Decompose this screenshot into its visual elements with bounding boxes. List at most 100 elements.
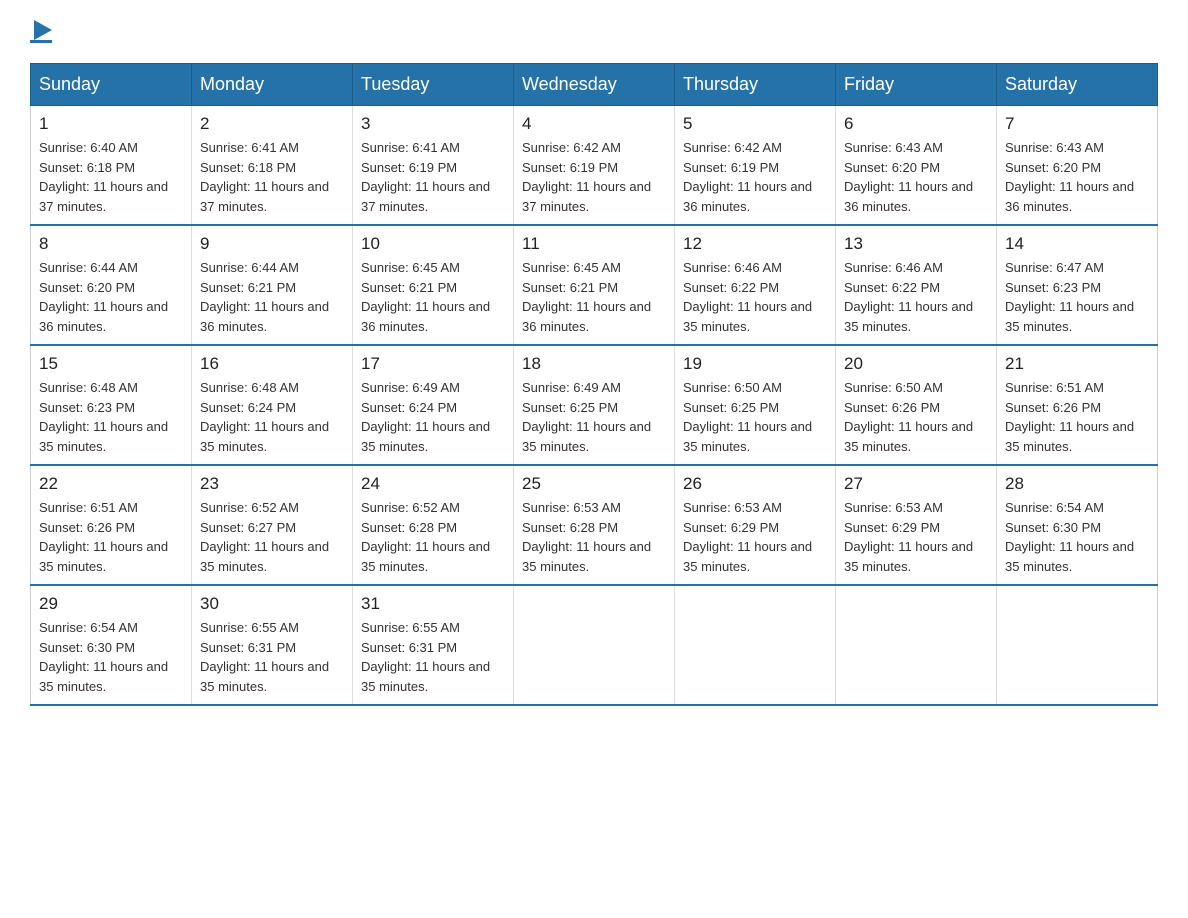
day-number: 20 xyxy=(844,354,988,374)
day-number: 30 xyxy=(200,594,344,614)
day-number: 5 xyxy=(683,114,827,134)
calendar-cell: 3 Sunrise: 6:41 AMSunset: 6:19 PMDayligh… xyxy=(353,106,514,226)
logo-underline xyxy=(30,40,52,43)
page-header xyxy=(30,20,1158,43)
calendar-cell xyxy=(675,585,836,705)
day-info: Sunrise: 6:43 AMSunset: 6:20 PMDaylight:… xyxy=(1005,138,1149,216)
day-number: 9 xyxy=(200,234,344,254)
day-info: Sunrise: 6:51 AMSunset: 6:26 PMDaylight:… xyxy=(39,498,183,576)
calendar-cell: 31 Sunrise: 6:55 AMSunset: 6:31 PMDaylig… xyxy=(353,585,514,705)
day-number: 25 xyxy=(522,474,666,494)
day-number: 19 xyxy=(683,354,827,374)
day-info: Sunrise: 6:40 AMSunset: 6:18 PMDaylight:… xyxy=(39,138,183,216)
day-info: Sunrise: 6:41 AMSunset: 6:18 PMDaylight:… xyxy=(200,138,344,216)
day-info: Sunrise: 6:54 AMSunset: 6:30 PMDaylight:… xyxy=(1005,498,1149,576)
calendar-cell xyxy=(836,585,997,705)
calendar-week-row: 29 Sunrise: 6:54 AMSunset: 6:30 PMDaylig… xyxy=(31,585,1158,705)
calendar-cell: 27 Sunrise: 6:53 AMSunset: 6:29 PMDaylig… xyxy=(836,465,997,585)
day-number: 17 xyxy=(361,354,505,374)
weekday-header-row: SundayMondayTuesdayWednesdayThursdayFrid… xyxy=(31,64,1158,106)
calendar-cell: 22 Sunrise: 6:51 AMSunset: 6:26 PMDaylig… xyxy=(31,465,192,585)
day-info: Sunrise: 6:52 AMSunset: 6:27 PMDaylight:… xyxy=(200,498,344,576)
day-number: 24 xyxy=(361,474,505,494)
day-number: 7 xyxy=(1005,114,1149,134)
day-number: 11 xyxy=(522,234,666,254)
weekday-header-friday: Friday xyxy=(836,64,997,106)
logo xyxy=(30,20,52,43)
calendar-cell: 7 Sunrise: 6:43 AMSunset: 6:20 PMDayligh… xyxy=(997,106,1158,226)
day-number: 21 xyxy=(1005,354,1149,374)
weekday-header-wednesday: Wednesday xyxy=(514,64,675,106)
calendar-cell: 21 Sunrise: 6:51 AMSunset: 6:26 PMDaylig… xyxy=(997,345,1158,465)
day-number: 23 xyxy=(200,474,344,494)
calendar-week-row: 22 Sunrise: 6:51 AMSunset: 6:26 PMDaylig… xyxy=(31,465,1158,585)
day-number: 14 xyxy=(1005,234,1149,254)
calendar-cell: 26 Sunrise: 6:53 AMSunset: 6:29 PMDaylig… xyxy=(675,465,836,585)
day-number: 31 xyxy=(361,594,505,614)
calendar-week-row: 1 Sunrise: 6:40 AMSunset: 6:18 PMDayligh… xyxy=(31,106,1158,226)
calendar-cell: 18 Sunrise: 6:49 AMSunset: 6:25 PMDaylig… xyxy=(514,345,675,465)
day-info: Sunrise: 6:41 AMSunset: 6:19 PMDaylight:… xyxy=(361,138,505,216)
day-info: Sunrise: 6:44 AMSunset: 6:20 PMDaylight:… xyxy=(39,258,183,336)
calendar-cell: 25 Sunrise: 6:53 AMSunset: 6:28 PMDaylig… xyxy=(514,465,675,585)
day-info: Sunrise: 6:50 AMSunset: 6:25 PMDaylight:… xyxy=(683,378,827,456)
day-number: 13 xyxy=(844,234,988,254)
day-number: 1 xyxy=(39,114,183,134)
calendar-cell: 23 Sunrise: 6:52 AMSunset: 6:27 PMDaylig… xyxy=(192,465,353,585)
day-info: Sunrise: 6:46 AMSunset: 6:22 PMDaylight:… xyxy=(683,258,827,336)
day-info: Sunrise: 6:52 AMSunset: 6:28 PMDaylight:… xyxy=(361,498,505,576)
calendar-cell xyxy=(514,585,675,705)
day-info: Sunrise: 6:53 AMSunset: 6:28 PMDaylight:… xyxy=(522,498,666,576)
day-number: 18 xyxy=(522,354,666,374)
calendar-cell: 11 Sunrise: 6:45 AMSunset: 6:21 PMDaylig… xyxy=(514,225,675,345)
day-info: Sunrise: 6:49 AMSunset: 6:24 PMDaylight:… xyxy=(361,378,505,456)
day-info: Sunrise: 6:46 AMSunset: 6:22 PMDaylight:… xyxy=(844,258,988,336)
calendar-cell: 13 Sunrise: 6:46 AMSunset: 6:22 PMDaylig… xyxy=(836,225,997,345)
day-info: Sunrise: 6:48 AMSunset: 6:24 PMDaylight:… xyxy=(200,378,344,456)
day-number: 27 xyxy=(844,474,988,494)
day-info: Sunrise: 6:50 AMSunset: 6:26 PMDaylight:… xyxy=(844,378,988,456)
day-number: 15 xyxy=(39,354,183,374)
day-info: Sunrise: 6:51 AMSunset: 6:26 PMDaylight:… xyxy=(1005,378,1149,456)
day-number: 16 xyxy=(200,354,344,374)
day-info: Sunrise: 6:42 AMSunset: 6:19 PMDaylight:… xyxy=(522,138,666,216)
calendar-cell: 5 Sunrise: 6:42 AMSunset: 6:19 PMDayligh… xyxy=(675,106,836,226)
calendar-cell: 8 Sunrise: 6:44 AMSunset: 6:20 PMDayligh… xyxy=(31,225,192,345)
calendar-cell: 28 Sunrise: 6:54 AMSunset: 6:30 PMDaylig… xyxy=(997,465,1158,585)
day-number: 29 xyxy=(39,594,183,614)
calendar-cell: 15 Sunrise: 6:48 AMSunset: 6:23 PMDaylig… xyxy=(31,345,192,465)
calendar-cell: 16 Sunrise: 6:48 AMSunset: 6:24 PMDaylig… xyxy=(192,345,353,465)
day-info: Sunrise: 6:45 AMSunset: 6:21 PMDaylight:… xyxy=(361,258,505,336)
calendar-cell: 4 Sunrise: 6:42 AMSunset: 6:19 PMDayligh… xyxy=(514,106,675,226)
day-info: Sunrise: 6:49 AMSunset: 6:25 PMDaylight:… xyxy=(522,378,666,456)
weekday-header-tuesday: Tuesday xyxy=(353,64,514,106)
weekday-header-sunday: Sunday xyxy=(31,64,192,106)
weekday-header-monday: Monday xyxy=(192,64,353,106)
day-info: Sunrise: 6:47 AMSunset: 6:23 PMDaylight:… xyxy=(1005,258,1149,336)
calendar-cell: 24 Sunrise: 6:52 AMSunset: 6:28 PMDaylig… xyxy=(353,465,514,585)
day-number: 26 xyxy=(683,474,827,494)
day-number: 22 xyxy=(39,474,183,494)
calendar-cell: 9 Sunrise: 6:44 AMSunset: 6:21 PMDayligh… xyxy=(192,225,353,345)
day-info: Sunrise: 6:45 AMSunset: 6:21 PMDaylight:… xyxy=(522,258,666,336)
calendar-cell: 14 Sunrise: 6:47 AMSunset: 6:23 PMDaylig… xyxy=(997,225,1158,345)
day-number: 2 xyxy=(200,114,344,134)
day-info: Sunrise: 6:44 AMSunset: 6:21 PMDaylight:… xyxy=(200,258,344,336)
weekday-header-saturday: Saturday xyxy=(997,64,1158,106)
day-number: 4 xyxy=(522,114,666,134)
day-number: 3 xyxy=(361,114,505,134)
day-info: Sunrise: 6:53 AMSunset: 6:29 PMDaylight:… xyxy=(844,498,988,576)
day-number: 6 xyxy=(844,114,988,134)
day-number: 8 xyxy=(39,234,183,254)
day-info: Sunrise: 6:54 AMSunset: 6:30 PMDaylight:… xyxy=(39,618,183,696)
calendar-cell xyxy=(997,585,1158,705)
calendar-week-row: 8 Sunrise: 6:44 AMSunset: 6:20 PMDayligh… xyxy=(31,225,1158,345)
day-info: Sunrise: 6:43 AMSunset: 6:20 PMDaylight:… xyxy=(844,138,988,216)
calendar-cell: 30 Sunrise: 6:55 AMSunset: 6:31 PMDaylig… xyxy=(192,585,353,705)
calendar-cell: 20 Sunrise: 6:50 AMSunset: 6:26 PMDaylig… xyxy=(836,345,997,465)
calendar-cell: 17 Sunrise: 6:49 AMSunset: 6:24 PMDaylig… xyxy=(353,345,514,465)
day-info: Sunrise: 6:53 AMSunset: 6:29 PMDaylight:… xyxy=(683,498,827,576)
day-info: Sunrise: 6:42 AMSunset: 6:19 PMDaylight:… xyxy=(683,138,827,216)
calendar-cell: 10 Sunrise: 6:45 AMSunset: 6:21 PMDaylig… xyxy=(353,225,514,345)
calendar-cell: 2 Sunrise: 6:41 AMSunset: 6:18 PMDayligh… xyxy=(192,106,353,226)
